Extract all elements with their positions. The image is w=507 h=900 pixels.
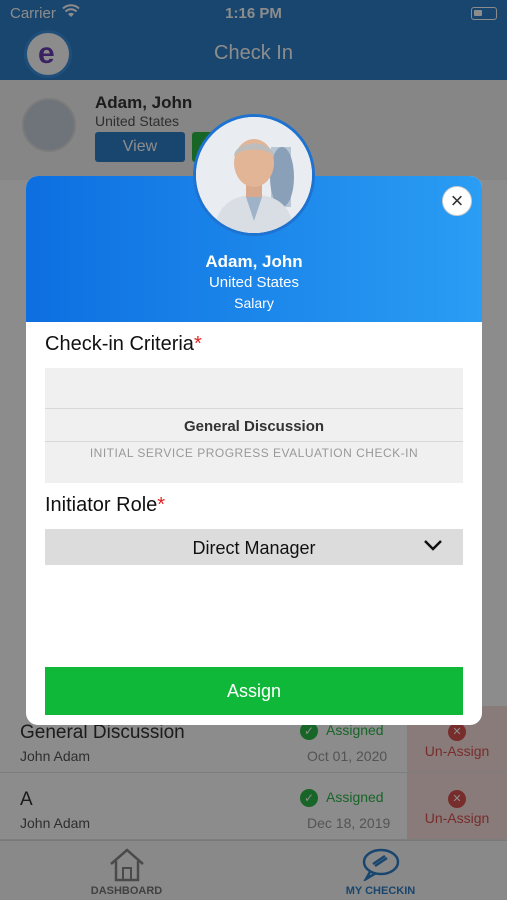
modal-employee-country: United States [208, 274, 300, 291]
role-label-text: Initiator Role [45, 494, 158, 516]
criteria-label: Check-in Criteria* [45, 333, 202, 356]
criteria-label-text: Check-in Criteria [45, 333, 194, 355]
avatar [193, 114, 315, 236]
modal-employee-name: Adam, John [205, 252, 303, 271]
criteria-name: General Discussion [183, 418, 325, 435]
required-mark: * [193, 333, 202, 355]
role-label: Initiator Role* [45, 494, 165, 517]
modal-pay-type: Salary [234, 295, 274, 311]
initiator-role-select[interactable]: Direct Manager [45, 529, 463, 565]
divider [45, 441, 463, 442]
criteria-input[interactable] [45, 368, 463, 409]
checkin-modal: Adam, John United States Salary × Check-… [26, 176, 482, 725]
chevron-down-icon [423, 538, 443, 557]
criteria-description: INITIAL SERVICE PROGRESS EVALUATION CHEC… [89, 446, 419, 460]
criteria-field[interactable]: General Discussion INITIAL SERVICE PROGR… [45, 368, 463, 483]
role-value: Direct Manager [192, 538, 316, 558]
assign-button[interactable]: Assign [45, 667, 463, 715]
close-button[interactable]: × [442, 186, 472, 216]
close-icon: × [450, 188, 464, 213]
required-mark: * [157, 494, 166, 516]
